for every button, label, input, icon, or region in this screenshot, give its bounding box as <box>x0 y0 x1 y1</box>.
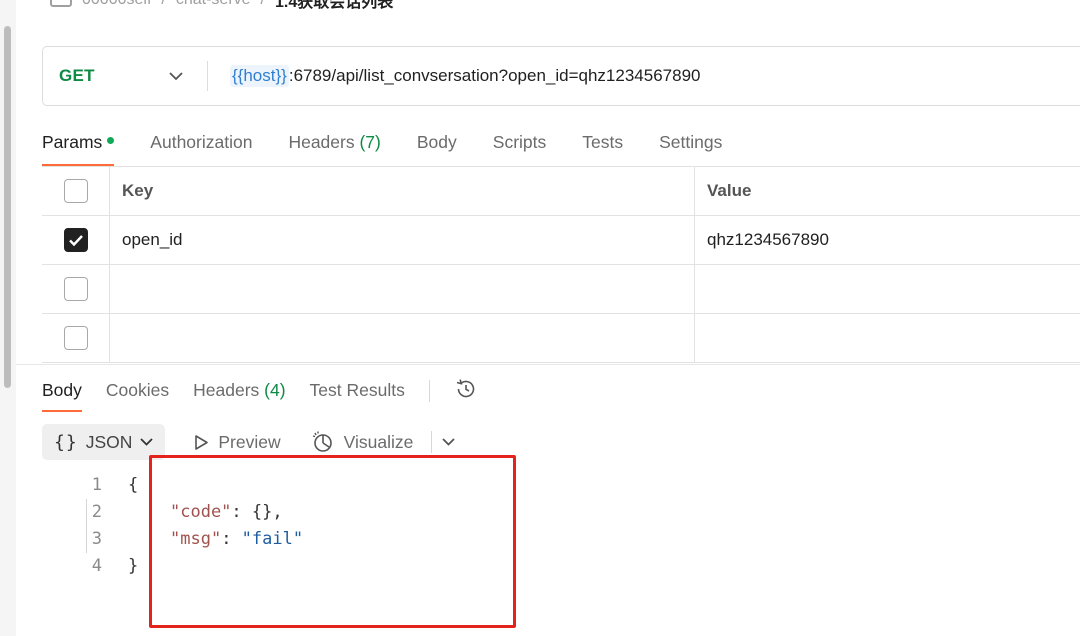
breadcrumb: 00000self / chat-serve / 1.4获取会话列表 <box>50 0 393 12</box>
params-active-dot <box>107 136 115 144</box>
http-request-icon <box>50 0 72 7</box>
tab-body[interactable]: Body <box>417 128 457 166</box>
tab-headers-label: Headers <box>288 132 355 152</box>
indent-guide <box>86 499 87 553</box>
tab-test-results[interactable]: Test Results <box>310 376 405 412</box>
json-braces-icon: {} <box>54 431 78 453</box>
tab-params[interactable]: Params <box>42 128 115 166</box>
chevron-down-icon <box>169 71 183 81</box>
params-table: Key Value open_id qhz1234567890 <box>42 166 1080 363</box>
vertical-scrollbar[interactable] <box>0 0 16 636</box>
breadcrumb-request-name[interactable]: 1.4获取会话列表 <box>275 0 393 12</box>
table-row: open_id qhz1234567890 <box>42 216 1080 265</box>
visualize-button[interactable]: Visualize <box>311 430 414 454</box>
row-check-cell <box>42 216 110 264</box>
divider <box>428 380 430 402</box>
response-headers-count: (4) <box>264 380 286 400</box>
row-check-cell <box>42 314 110 362</box>
param-value-input[interactable] <box>695 314 1080 362</box>
section-divider <box>16 364 1080 365</box>
request-url-bar: GET {{host}} :6789/api/list_convsersatio… <box>42 46 1080 106</box>
param-value-input[interactable]: qhz1234567890 <box>695 216 1080 264</box>
response-tabs: Body Cookies Headers (4) Test Results <box>42 376 478 412</box>
param-key-input[interactable] <box>110 265 695 313</box>
request-tabs: Params Authorization Headers (7) Body Sc… <box>42 128 722 166</box>
line-number: 4 <box>91 556 102 576</box>
row-checkbox[interactable] <box>63 277 88 301</box>
tab-params-label: Params <box>42 132 103 152</box>
annotation-highlight-box <box>149 455 516 628</box>
scrollbar-thumb[interactable] <box>4 26 11 388</box>
tab-response-headers-label: Headers <box>193 380 260 400</box>
breadcrumb-separator: / <box>261 0 265 9</box>
table-row <box>42 265 1080 314</box>
row-checkbox[interactable] <box>63 326 88 350</box>
postman-request-view: 00000self / chat-serve / 1.4获取会话列表 GET {… <box>0 0 1080 636</box>
param-key-input[interactable] <box>110 314 695 362</box>
value-column-header: Value <box>707 181 752 200</box>
checkmark-icon <box>68 234 83 246</box>
tab-headers[interactable]: Headers (7) <box>288 128 380 166</box>
select-all-cell <box>42 167 110 215</box>
url-path: :6789/api/list_convsersation?open_id=qhz… <box>288 66 701 85</box>
params-header-row: Key Value <box>42 167 1080 216</box>
history-icon[interactable] <box>454 377 478 406</box>
headers-count: (7) <box>359 132 381 152</box>
key-column-header: Key <box>110 167 695 215</box>
tab-response-headers[interactable]: Headers (4) <box>193 376 285 412</box>
chevron-down-icon <box>442 438 455 446</box>
play-icon <box>195 434 209 450</box>
visualize-label: Visualize <box>343 431 414 452</box>
line-number: 1 <box>91 475 102 495</box>
format-label: JSON <box>85 431 133 452</box>
row-check-cell <box>42 265 110 313</box>
param-value-input[interactable] <box>695 265 1080 313</box>
chevron-down-icon <box>140 438 154 446</box>
tab-cookies[interactable]: Cookies <box>106 376 169 412</box>
row-checkbox[interactable] <box>63 228 88 252</box>
code-text: } <box>128 556 139 576</box>
table-row <box>42 314 1080 363</box>
method-select[interactable]: GET <box>43 47 207 105</box>
breadcrumb-collection[interactable]: chat-serve <box>176 0 251 9</box>
line-number: 3 <box>91 529 102 549</box>
tab-settings[interactable]: Settings <box>659 128 722 166</box>
visualize-icon <box>312 431 332 452</box>
select-all-checkbox[interactable] <box>63 179 88 203</box>
line-number: 2 <box>91 502 102 522</box>
tab-tests[interactable]: Tests <box>582 128 623 166</box>
tab-scripts[interactable]: Scripts <box>493 128 546 166</box>
method-label: GET <box>59 66 95 85</box>
visualize-dropdown[interactable] <box>431 431 455 453</box>
url-variable[interactable]: {{host}} <box>230 65 289 87</box>
code-text: { <box>128 475 139 495</box>
param-key-input[interactable]: open_id <box>110 216 695 264</box>
format-select[interactable]: {} JSON <box>42 424 166 460</box>
preview-label: Preview <box>218 431 281 452</box>
tab-response-body[interactable]: Body <box>42 376 82 412</box>
preview-button[interactable]: Preview <box>193 431 281 453</box>
tab-authorization[interactable]: Authorization <box>150 128 252 166</box>
url-input[interactable]: {{host}} :6789/api/list_convsersation?op… <box>208 65 700 87</box>
breadcrumb-separator: / <box>161 0 165 9</box>
breadcrumb-workspace[interactable]: 00000self <box>82 0 151 9</box>
